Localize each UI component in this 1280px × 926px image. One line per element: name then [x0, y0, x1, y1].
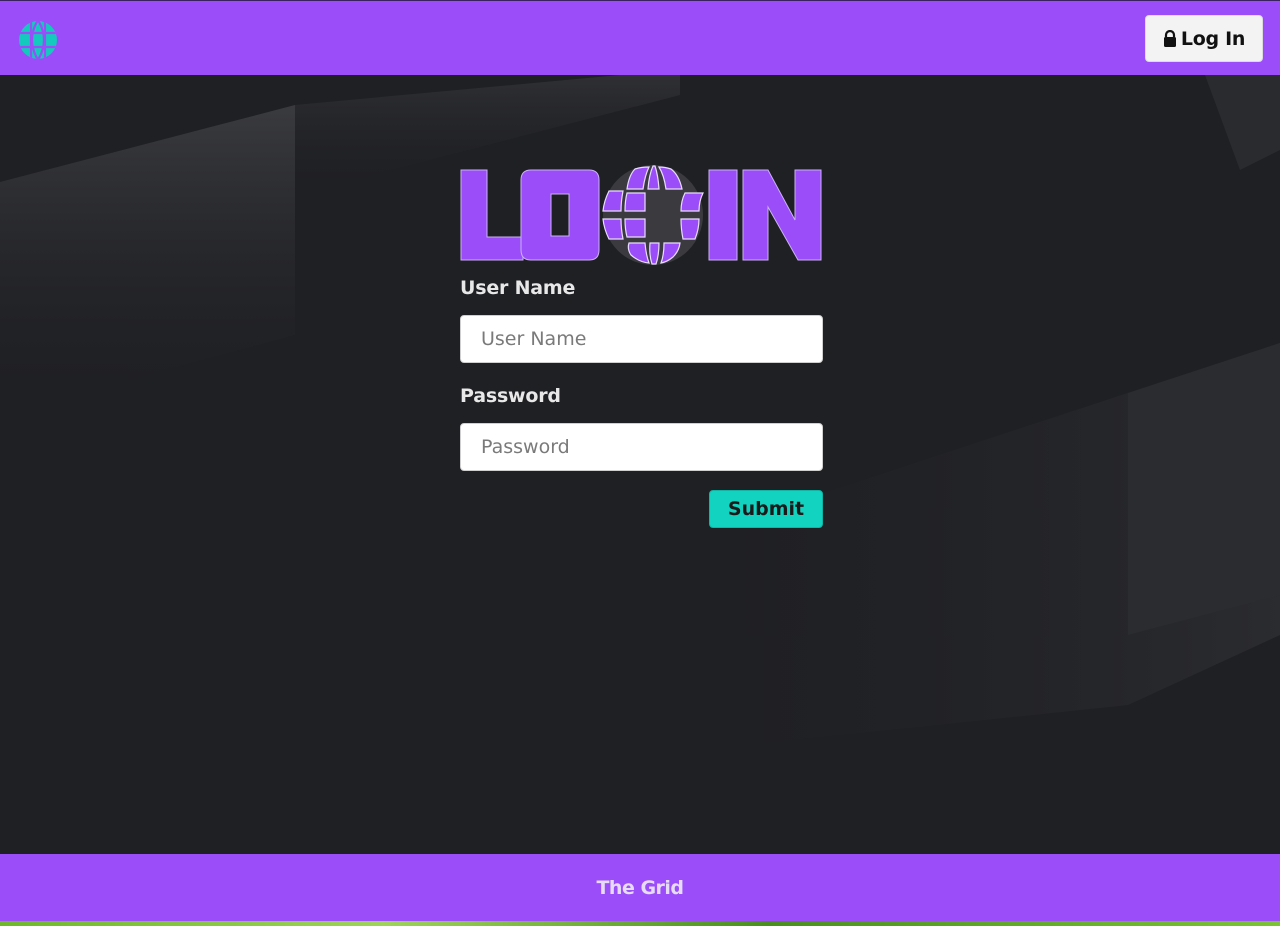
footer-brand-text: The Grid [596, 876, 684, 899]
login-page-main: User Name Password Submit [0, 75, 1280, 854]
globe-grid-icon[interactable] [18, 20, 58, 60]
password-label: Password [460, 385, 561, 407]
footer: The Grid [0, 854, 1280, 921]
login-title-logo [460, 165, 822, 265]
log-in-button[interactable]: Log In [1145, 15, 1263, 62]
top-nav-bar: Log In [0, 0, 1280, 75]
bottom-edge-strip [0, 921, 1280, 926]
submit-button[interactable]: Submit [709, 490, 823, 528]
user-name-input[interactable] [460, 315, 823, 363]
log-in-button-label: Log In [1180, 27, 1246, 50]
password-input[interactable] [460, 423, 823, 471]
lock-icon [1163, 30, 1176, 47]
user-name-label: User Name [460, 277, 576, 299]
